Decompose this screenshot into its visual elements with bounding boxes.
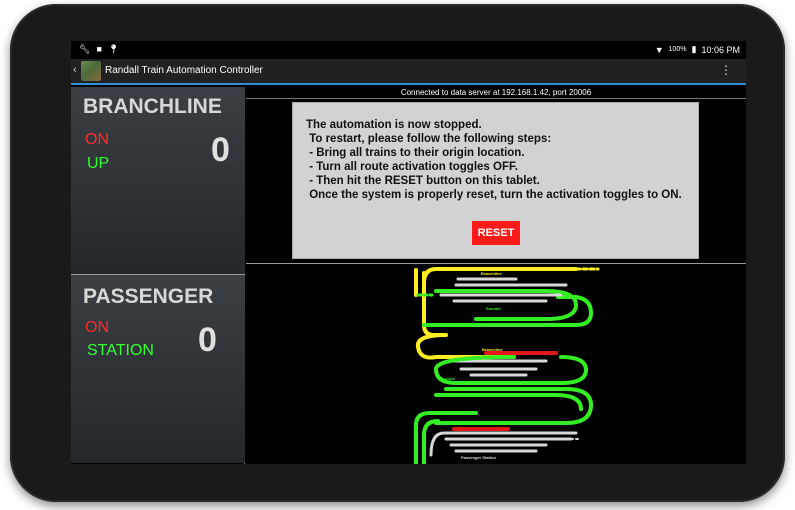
- route-name: BRANCHLINE: [83, 95, 222, 118]
- track-map: Branchline Summit Branchline Sonora Pass…: [414, 267, 600, 464]
- map-label: Branchline: [482, 347, 503, 352]
- app-logo: [81, 61, 101, 81]
- wifi-icon: ▼: [654, 44, 664, 55]
- back-chevron-icon[interactable]: ‹: [73, 64, 77, 76]
- dialog-message: The automation is now stopped. To restar…: [306, 119, 682, 201]
- route-name: PASSENGER: [83, 285, 214, 308]
- route-card-passenger[interactable]: PASSENGER ON STATION 0: [71, 275, 245, 463]
- route-count: 0: [198, 321, 217, 359]
- stopped-dialog: The automation is now stopped. To restar…: [292, 102, 699, 259]
- clock: 10:06 PM: [701, 44, 740, 55]
- connection-status: Connected to data server at 192.168.1.42…: [246, 87, 746, 99]
- main-panel: Connected to data server at 192.168.1.42…: [246, 87, 746, 464]
- route-card-branchline[interactable]: BRANCHLINE ON UP 0: [71, 87, 245, 275]
- track-segment: [429, 431, 578, 457]
- pin-icon: 📍︎: [107, 44, 120, 54]
- overflow-menu-icon[interactable]: ⋮: [720, 63, 732, 77]
- track-segment: [434, 393, 583, 411]
- route-state: STATION: [87, 342, 154, 359]
- map-label: Passenger Station: [461, 455, 496, 460]
- battery-icon: ▮: [691, 44, 697, 54]
- wrench-icon: 🔧︎: [79, 44, 91, 54]
- screen: 🔧︎ ■ 📍︎ ▼ 100% ▮ 10:06 PM ‹ Randall Trai…: [71, 41, 746, 464]
- route-status: ON: [85, 131, 109, 148]
- divider: [246, 263, 746, 264]
- route-panel: BRANCHLINE ON UP 0 PASSENGER ON STATION …: [71, 87, 245, 464]
- route-status: ON: [85, 319, 109, 336]
- status-bar: 🔧︎ ■ 📍︎ ▼ 100% ▮ 10:06 PM: [71, 41, 746, 59]
- reset-button[interactable]: RESET: [472, 221, 520, 245]
- square-icon: ■: [96, 44, 102, 54]
- track-segment: [449, 359, 548, 377]
- battery-percent: 100%: [668, 46, 687, 53]
- map-label: Branchline: [481, 271, 502, 276]
- map-label: Sonora: [441, 376, 456, 381]
- app-title: Randall Train Automation Controller: [105, 65, 263, 76]
- tablet-frame: 🔧︎ ■ 📍︎ ▼ 100% ▮ 10:06 PM ‹ Randall Trai…: [10, 4, 785, 502]
- app-bar: ‹ Randall Train Automation Controller ⋮: [71, 59, 746, 85]
- route-count: 0: [211, 131, 230, 169]
- map-label: Summit: [486, 306, 501, 311]
- route-state: UP: [87, 155, 110, 172]
